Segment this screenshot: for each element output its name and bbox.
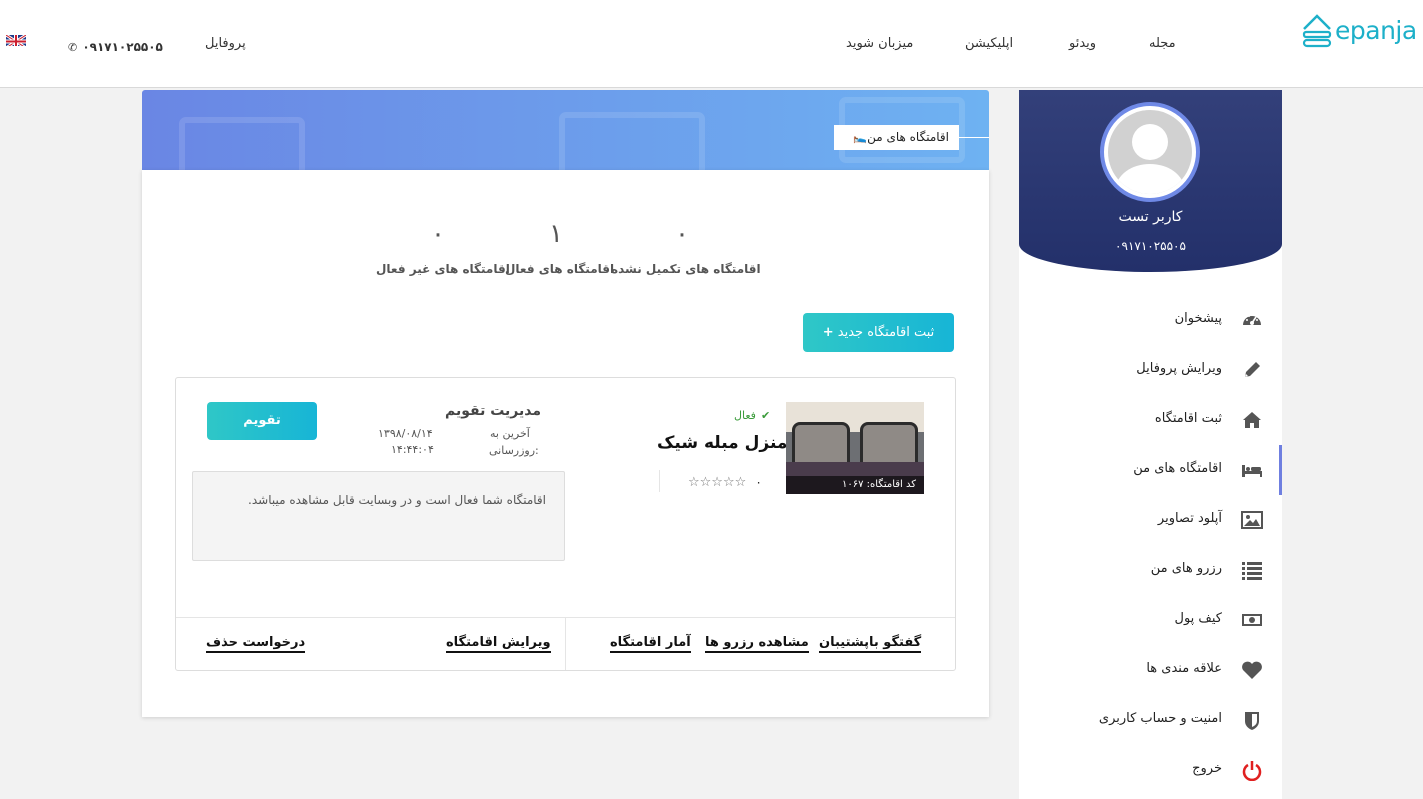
last-update-label-1: آخرین به — [490, 427, 530, 440]
listing-stats-link[interactable]: آمار اقامتگاه — [610, 635, 691, 653]
sidebar-item-label: کیف پول — [1174, 611, 1222, 626]
home-icon — [1243, 412, 1261, 428]
sidebar-item-label: امنیت و حساب کاربری — [1098, 711, 1222, 726]
avatar-placeholder-icon — [1108, 110, 1192, 194]
status-text: فعال — [734, 409, 756, 422]
header-phone-number: ۰۹۱۷۱۰۲۵۵۰۵ — [82, 40, 163, 54]
stat-incomplete-label: اقامتگاه های تکمیل نشده — [611, 262, 761, 276]
listing-photo[interactable]: کد اقامتگاه: ۱۰۶۷ — [786, 402, 924, 494]
sidebar: کاربر تست ۰۹۱۷۱۰۲۵۵۰۵ پیشخوان ویرایش پرو… — [1019, 90, 1282, 799]
uk-flag-icon[interactable] — [6, 33, 26, 46]
heart-icon — [1242, 661, 1262, 679]
sidebar-item-my-listings[interactable]: اقامتگاه های من — [1019, 445, 1282, 495]
listing-status: فعال ✔ — [734, 404, 770, 423]
stat-active-count: ۱ — [549, 219, 563, 249]
bed-icon: 🛌 — [853, 131, 868, 144]
nav-application[interactable]: اپلیکیشن — [965, 36, 1013, 51]
stat-inactive-count: ۰ — [431, 219, 445, 249]
stat-incomplete-count: ۰ — [675, 219, 689, 249]
sidebar-item-label: آپلود تصاویر — [1157, 511, 1222, 526]
stat-inactive-label: اقامتگاه های غیر فعال — [376, 262, 510, 276]
divider — [659, 470, 660, 492]
power-icon — [1242, 761, 1262, 781]
calendar-button[interactable]: تقویم — [207, 402, 317, 440]
nav-magazine[interactable]: مجله — [1149, 36, 1176, 51]
star-rating-icon: ☆☆☆☆☆ — [688, 475, 747, 490]
calendar-management-title: مدیریت تقویم — [445, 403, 542, 419]
sidebar-profile-panel: کاربر تست ۰۹۱۷۱۰۲۵۵۰۵ — [1019, 90, 1282, 272]
sidebar-item-label: خروج — [1192, 761, 1222, 776]
rating-value: ۰ — [755, 475, 762, 489]
active-indicator — [1279, 445, 1282, 495]
dashboard-icon — [1243, 315, 1261, 325]
last-update-date: ۱۳۹۸/۰۸/۱۴ — [378, 427, 433, 440]
sidebar-item-label: اقامتگاه های من — [1133, 461, 1222, 476]
edit-listing-link[interactable]: ویرایش اقامتگاه — [446, 635, 551, 653]
sidebar-item-dashboard[interactable]: پیشخوان — [1019, 302, 1282, 338]
sidebar-item-label: رزرو های من — [1150, 561, 1222, 576]
listing-title[interactable]: منزل مبله شیک — [657, 433, 787, 453]
add-listing-label: ثبت اقامتگاه جدید — [837, 325, 935, 340]
sidebar-item-upload-images[interactable]: آپلود تصاویر — [1019, 502, 1282, 538]
last-update-time: ۱۴:۴۴:۰۴ — [391, 443, 434, 456]
sidebar-item-my-reservations[interactable]: رزرو های من — [1019, 552, 1282, 588]
sidebar-item-add-listing[interactable]: ثبت اقامتگاه — [1019, 402, 1282, 438]
phone-icon: ✆ — [68, 41, 78, 54]
header-phone[interactable]: ✆ ۰۹۱۷۱۰۲۵۵۰۵ — [68, 36, 163, 55]
user-phone: ۰۹۱۷۱۰۲۵۵۰۵ — [1115, 239, 1186, 253]
status-message: اقامتگاه شما فعال است و در وبسایت قابل م… — [192, 471, 565, 561]
sidebar-item-edit-profile[interactable]: ویرایش پروفایل — [1019, 352, 1282, 388]
logo-text: epanja — [1335, 16, 1417, 45]
view-reservations-link[interactable]: مشاهده رزرو ها — [705, 635, 809, 653]
sidebar-item-label: علاقه مندی ها — [1146, 661, 1222, 676]
divider — [565, 617, 566, 670]
list-icon — [1242, 562, 1262, 580]
nav-become-host[interactable]: میزبان شوید — [846, 36, 913, 51]
last-update-label-2: روزرسانی: — [489, 444, 539, 457]
pencil-icon — [1245, 362, 1260, 377]
avatar[interactable] — [1100, 102, 1200, 202]
listing-code: کد اقامتگاه: ۱۰۶۷ — [786, 476, 924, 494]
sidebar-item-security[interactable]: امنیت و حساب کاربری — [1019, 702, 1282, 738]
shield-icon — [1245, 712, 1259, 730]
stat-active-label: اقامتگاه های فعال — [505, 262, 615, 276]
sidebar-item-label: ویرایش پروفایل — [1136, 361, 1222, 376]
sidebar-item-wallet[interactable]: کیف پول — [1019, 602, 1282, 638]
check-icon: ✔ — [761, 409, 771, 422]
banner-title: اقامتگاه های من — [867, 130, 949, 144]
nav-video[interactable]: ویدئو — [1069, 36, 1096, 51]
listing-rating: ☆☆☆☆☆ ۰ — [688, 471, 762, 490]
banner-tag: 🛌اقامتگاه های من — [834, 125, 959, 150]
epanja-logo[interactable]: epanja — [1301, 12, 1417, 52]
top-header: epanja مجله ویدئو اپلیکیشن میزبان شوید پ… — [0, 0, 1423, 88]
delete-request-link[interactable]: درخواست حذف — [206, 635, 306, 653]
nav-profile[interactable]: پروفایل — [205, 36, 246, 51]
sidebar-item-label: پیشخوان — [1174, 311, 1222, 326]
sidebar-item-logout[interactable]: خروج — [1019, 752, 1282, 788]
sidebar-item-label: ثبت اقامتگاه — [1154, 411, 1222, 426]
logo-house-icon — [1302, 14, 1332, 48]
image-icon — [1241, 511, 1263, 529]
bed-icon — [1242, 465, 1262, 477]
user-name: کاربر تست — [1118, 209, 1183, 225]
sidebar-item-favorites[interactable]: علاقه مندی ها — [1019, 652, 1282, 688]
banner-tag-line — [959, 137, 989, 138]
add-listing-button[interactable]: + ثبت اقامتگاه جدید — [803, 313, 954, 352]
plus-icon: + — [822, 325, 834, 340]
money-icon — [1242, 614, 1262, 626]
support-chat-link[interactable]: گفتگو باپشتیبان — [819, 635, 922, 653]
